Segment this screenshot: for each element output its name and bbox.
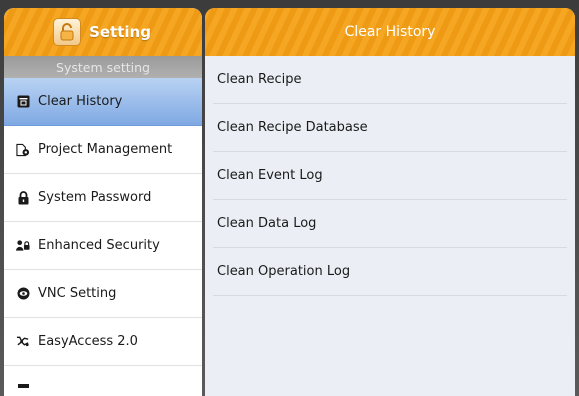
document-gear-icon <box>16 143 30 157</box>
app-frame: Setting System setting Clear History Pro… <box>0 0 579 396</box>
sidebar-item-vnc-setting[interactable]: VNC Setting <box>4 270 202 318</box>
sidebar-item-project-management[interactable]: Project Management <box>4 126 202 174</box>
sidebar-item-label: Clear History <box>38 94 123 109</box>
sidebar-item-system-password[interactable]: System Password <box>4 174 202 222</box>
lock-icon <box>16 190 30 205</box>
content-panel: Clear History Clean Recipe Clean Recipe … <box>205 8 575 396</box>
clean-event-log-button[interactable]: Clean Event Log <box>213 152 567 200</box>
sidebar-item-label: Enhanced Security <box>38 238 160 253</box>
sidebar-item-enhanced-security[interactable]: Enhanced Security <box>4 222 202 270</box>
section-title: System setting <box>4 56 202 78</box>
trash-box-icon <box>16 95 30 109</box>
settings-sidebar: Setting System setting Clear History Pro… <box>4 8 202 396</box>
sidebar-item-easyaccess[interactable]: EasyAccess 2.0 <box>4 318 202 366</box>
unlock-icon <box>53 18 82 46</box>
sidebar-item-label: Project Management <box>38 142 173 157</box>
network-icon <box>16 335 30 349</box>
users-lock-icon <box>16 239 30 253</box>
sidebar-header: Setting <box>4 8 202 56</box>
content-header: Clear History <box>205 8 575 56</box>
clean-recipe-button[interactable]: Clean Recipe <box>213 56 567 104</box>
clean-data-log-button[interactable]: Clean Data Log <box>213 200 567 248</box>
sidebar-item-clear-history[interactable]: Clear History <box>4 78 202 126</box>
setting-label: Setting <box>89 23 151 41</box>
sidebar-item-label: VNC Setting <box>38 286 117 301</box>
eye-circle-icon <box>16 287 30 301</box>
sidebar-item-label: EasyAccess 2.0 <box>38 334 138 349</box>
partial-icon <box>16 374 30 388</box>
sidebar-item-partial[interactable] <box>4 366 202 396</box>
clean-recipe-database-button[interactable]: Clean Recipe Database <box>213 104 567 152</box>
sidebar-item-label: System Password <box>38 190 152 205</box>
clean-operation-log-button[interactable]: Clean Operation Log <box>213 248 567 296</box>
setting-button[interactable]: Setting <box>49 17 157 47</box>
